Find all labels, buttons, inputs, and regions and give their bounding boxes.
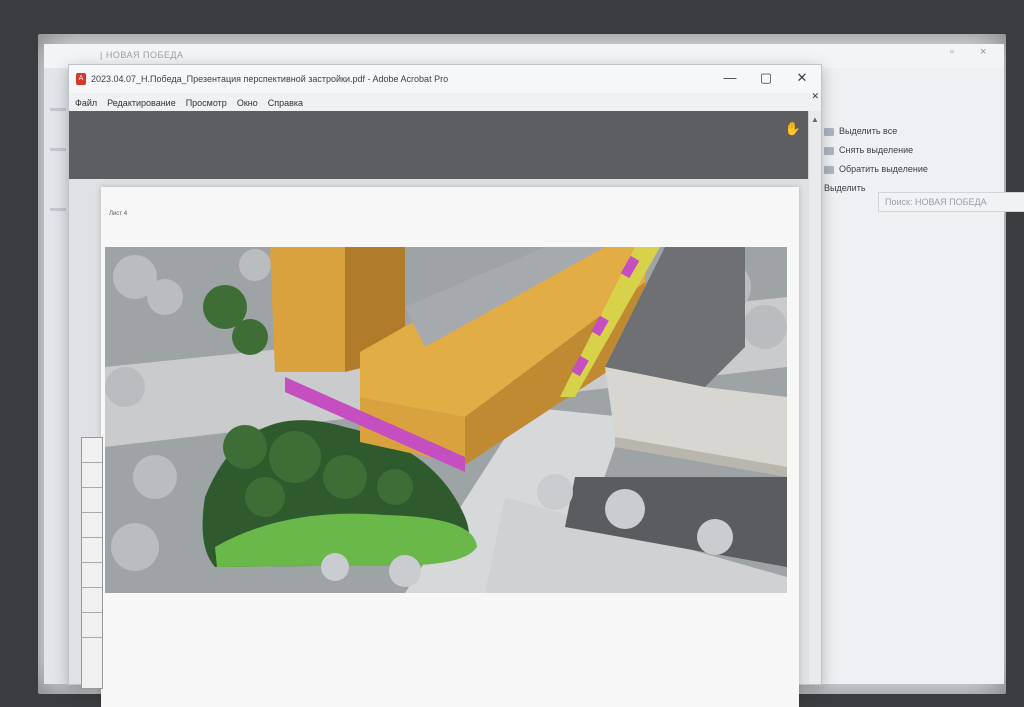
select-all-item[interactable]: Выделить все: [824, 122, 928, 141]
pdf-page: Лист 4: [81, 187, 799, 707]
title-block-stamp: [81, 437, 103, 689]
menu-view[interactable]: Просмотр: [180, 95, 227, 111]
minimize-icon[interactable]: —: [713, 67, 747, 89]
acrobat-titlebar: A 2023.04.07_Н.Победа_Презентация перспе…: [69, 65, 821, 93]
explorer-close-icon[interactable]: ×: [980, 46, 986, 58]
pdf-file-icon: A: [76, 73, 86, 85]
menu-edit[interactable]: Редактирование: [101, 95, 176, 111]
vertical-scrollbar[interactable]: ▲: [808, 111, 821, 684]
hand-tool-icon[interactable]: ✋: [785, 121, 801, 137]
menu-help[interactable]: Справка: [262, 95, 303, 111]
aerial-view-image: [105, 247, 787, 593]
maximize-icon[interactable]: ▢: [749, 67, 783, 89]
scroll-up-icon[interactable]: ▲: [811, 115, 819, 124]
explorer-title: | НОВАЯ ПОБЕДА: [100, 50, 184, 60]
window-title: 2023.04.07_Н.Победа_Презентация перспект…: [91, 74, 449, 84]
menu-file[interactable]: Файл: [69, 95, 97, 111]
toolbar: ✋: [69, 111, 809, 179]
explorer-maximize-icon[interactable]: ▫: [950, 46, 954, 58]
document-area[interactable]: Лист 4: [69, 179, 809, 707]
acrobat-window: A 2023.04.07_Н.Победа_Презентация перспе…: [68, 64, 822, 707]
menu-bar: Файл Редактирование Просмотр Окно Справк…: [69, 95, 821, 111]
selection-menu: Выделить все Снять выделение Обратить вы…: [824, 122, 928, 198]
site-rendering: [105, 247, 787, 593]
invert-selection-item[interactable]: Обратить выделение: [824, 160, 928, 179]
deselect-icon: [824, 146, 834, 155]
select-all-icon: [824, 127, 834, 136]
menu-window[interactable]: Окно: [231, 95, 258, 111]
close-document-icon[interactable]: ✕: [811, 91, 819, 102]
invert-icon: [824, 165, 834, 174]
deselect-item[interactable]: Снять выделение: [824, 141, 928, 160]
search-input[interactable]: Поиск: НОВАЯ ПОБЕДА ⌕: [878, 192, 1024, 212]
close-icon[interactable]: ✕: [785, 67, 819, 89]
page-label: Лист 4: [109, 211, 128, 217]
